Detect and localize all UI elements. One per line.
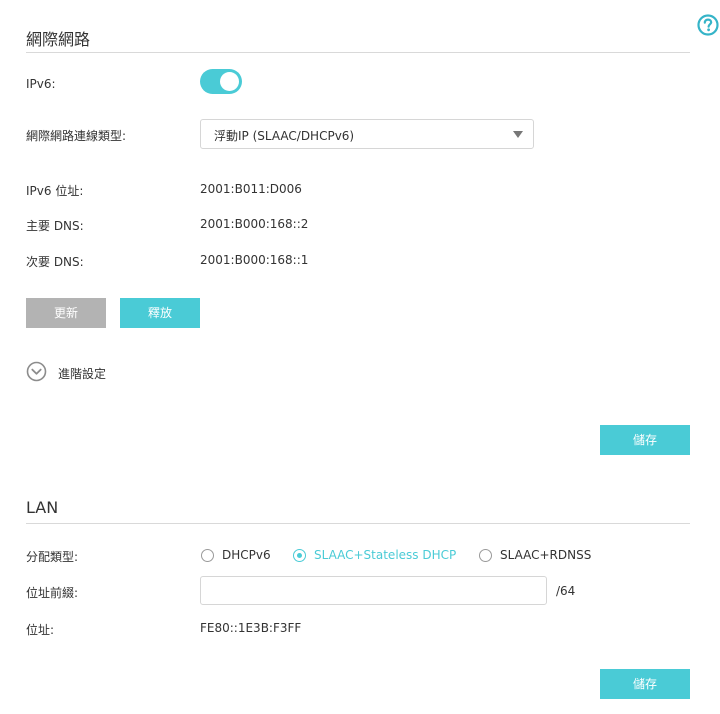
radio-slaac-stateless-dhcp-label[interactable]: SLAAC+Stateless DHCP [314, 548, 456, 562]
assign-type-label: 分配類型: [26, 550, 79, 564]
wan-section-title: 網際網路 [26, 30, 91, 49]
connection-type-value: 浮動IP (SLAAC/DHCPv6) [214, 129, 355, 143]
toggle-knob [220, 72, 239, 91]
ipv6-address-label: IPv6 位址: [26, 184, 84, 198]
radio-slaac-stateless-dhcp[interactable] [293, 549, 306, 562]
connection-type-label: 網際網路連線類型: [26, 129, 127, 143]
chevron-down-circle-icon[interactable] [26, 361, 47, 382]
secondary-dns-value: 2001:B000:168::1 [200, 253, 309, 267]
radio-slaac-rdnss-label[interactable]: SLAAC+RDNSS [500, 548, 591, 562]
advanced-settings-link[interactable]: 進階設定 [58, 365, 106, 382]
lan-divider [26, 523, 690, 524]
radio-dhcpv6-label[interactable]: DHCPv6 [222, 548, 271, 562]
wan-divider [26, 52, 690, 53]
caret-down-icon [513, 131, 523, 138]
ipv6-label: IPv6: [26, 77, 56, 91]
secondary-dns-label: 次要 DNS: [26, 255, 84, 269]
lan-address-value: FE80::1E3B:F3FF [200, 621, 302, 635]
help-icon[interactable] [697, 14, 719, 36]
address-prefix-input[interactable] [200, 576, 547, 605]
ipv6-toggle[interactable] [200, 69, 242, 94]
prefix-suffix: /64 [556, 584, 576, 598]
address-prefix-label: 位址前綴: [26, 586, 79, 600]
lan-section-title: LAN [26, 498, 59, 517]
lan-address-label: 位址: [26, 623, 55, 637]
primary-dns-label: 主要 DNS: [26, 219, 84, 233]
lan-save-button[interactable]: 儲存 [600, 669, 690, 699]
renew-button[interactable]: 更新 [26, 298, 106, 328]
primary-dns-value: 2001:B000:168::2 [200, 217, 309, 231]
wan-save-button[interactable]: 儲存 [600, 425, 690, 455]
connection-type-select[interactable]: 浮動IP (SLAAC/DHCPv6) [200, 119, 534, 149]
radio-slaac-rdnss[interactable] [479, 549, 492, 562]
radio-dhcpv6[interactable] [201, 549, 214, 562]
ipv6-address-value: 2001:B011:D006 [200, 182, 302, 196]
release-button[interactable]: 釋放 [120, 298, 200, 328]
